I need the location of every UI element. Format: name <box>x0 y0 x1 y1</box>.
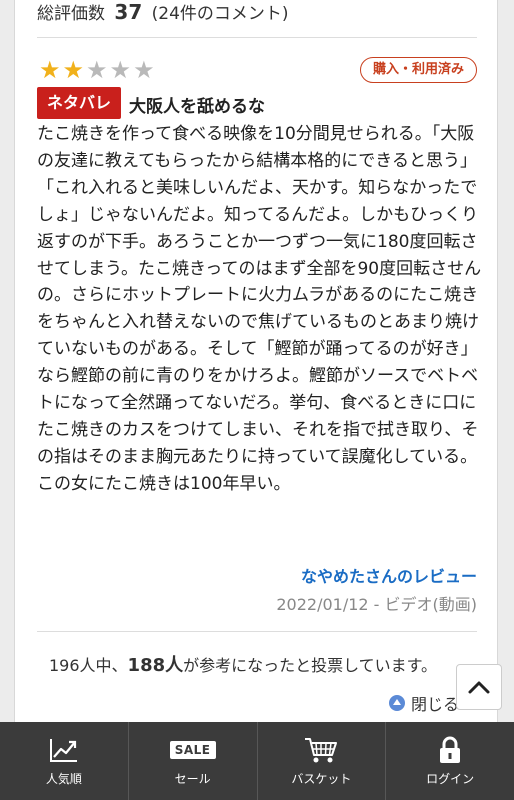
helpful-prefix: 196人中、 <box>49 656 128 675</box>
nav-basket-label: バスケット <box>291 771 352 786</box>
nav-login[interactable]: ログイン <box>386 722 514 800</box>
trending-chart-icon <box>49 738 77 762</box>
close-label: 閉じる <box>411 695 460 714</box>
shopping-cart-icon <box>305 737 338 762</box>
nav-popular[interactable]: 人気順 <box>0 722 129 800</box>
review-title: 大阪人を舐めるな <box>129 97 265 117</box>
purchase-badge: 購入・利用済み <box>359 57 477 83</box>
spoiler-badge: ネタバレ <box>37 87 122 119</box>
summary-divider <box>37 37 477 38</box>
nav-sale[interactable]: SALE セール <box>129 722 258 800</box>
sale-tag-icon: SALE <box>169 740 216 759</box>
review-body: たこ焼きを作って食べる映像を10分間見せられる。「大阪の友達に教えてもらったから… <box>37 124 482 494</box>
nav-popular-label: 人気順 <box>45 771 82 786</box>
star-rating: ★ ★ ★ ★ ★ <box>39 57 155 83</box>
review-meta: 2022/01/12 - ビデオ(動画) <box>276 595 477 614</box>
nav-sale-label: セール <box>174 771 211 786</box>
helpful-divider <box>37 631 477 632</box>
reviewer-link[interactable]: なやめたさんのレビュー <box>301 563 477 587</box>
summary-comments: (24件のコメント) <box>151 4 289 24</box>
nav-login-label: ログイン <box>426 771 475 786</box>
scroll-to-top-button[interactable] <box>456 664 502 710</box>
helpful-suffix: が参考になったと投票しています。 <box>183 656 438 675</box>
helpful-votes: 196人中、188人が参考になったと投票しています。 <box>49 651 437 677</box>
rating-summary: 総評価数 37 (24件のコメント) <box>37 0 289 24</box>
summary-count: 37 <box>114 0 143 24</box>
star-empty-icon: ★ <box>109 56 132 84</box>
star-filled-icon: ★ <box>62 56 85 84</box>
summary-label: 総評価数 <box>37 4 105 24</box>
review-card: 総評価数 37 (24件のコメント) ★ ★ ★ ★ ★ 購入・利用済み ネタバレ 大阪… <box>14 0 498 740</box>
bottom-navbar: 人気順 SALE セール バスケット ログイン <box>0 722 514 800</box>
chevron-up-icon <box>468 681 490 694</box>
up-arrow-circle-icon <box>389 695 405 711</box>
padlock-icon <box>440 736 461 763</box>
star-filled-icon: ★ <box>39 56 61 84</box>
nav-basket[interactable]: バスケット <box>258 722 387 800</box>
star-empty-icon: ★ <box>133 56 155 84</box>
star-empty-icon: ★ <box>86 56 108 84</box>
helpful-count: 188人 <box>127 655 184 676</box>
